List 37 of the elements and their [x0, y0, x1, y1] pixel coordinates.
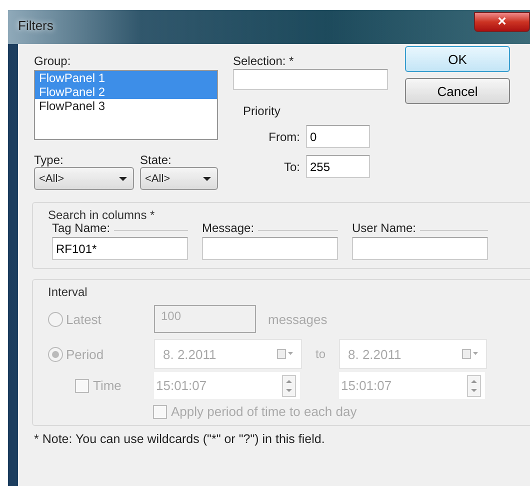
to-label: To:	[284, 160, 300, 174]
priority-label: Priority	[243, 104, 282, 118]
column-label: Tag Name:	[52, 221, 114, 235]
time-label: Time	[93, 378, 122, 393]
from-label: From:	[268, 130, 300, 144]
calendar-icon	[462, 349, 480, 359]
column-field[interactable]	[202, 237, 338, 260]
apply-label: Apply period of time to each day	[171, 404, 357, 419]
messages-label: messages	[268, 312, 328, 326]
state-dropdown[interactable]: <All>	[140, 167, 218, 190]
to-field[interactable]: 255	[306, 155, 370, 178]
group-label: Group:	[34, 54, 72, 68]
cancel-button[interactable]: Cancel	[405, 78, 510, 104]
group-list[interactable]: FlowPanel 1 FlowPanel 2 FlowPanel 3	[34, 70, 218, 140]
selection-label: Selection: *	[233, 54, 295, 68]
period-label: Period	[66, 346, 104, 362]
spinner-icon	[467, 374, 481, 396]
calendar-icon	[277, 349, 295, 359]
close-button[interactable]: ×	[474, 12, 530, 32]
spinner-icon	[282, 374, 296, 396]
column-field[interactable]	[352, 237, 488, 260]
state-label: State:	[140, 153, 172, 167]
type-label: Type:	[34, 153, 64, 167]
to-label: to	[314, 347, 326, 361]
column-label: User Name:	[352, 221, 420, 235]
list-item[interactable]: FlowPanel 3	[35, 99, 217, 113]
selection-field[interactable]	[233, 69, 388, 90]
from-field[interactable]: 0	[306, 125, 370, 148]
window-title: Filters	[18, 18, 54, 33]
search-title: Search in columns *	[48, 208, 156, 222]
column-label: Message:	[202, 221, 258, 235]
note-text: * Note: You can use wildcards ("*" or "?") in this field.	[34, 432, 326, 446]
type-dropdown[interactable]: <All>	[34, 167, 134, 190]
ok-button[interactable]: OK	[405, 46, 510, 72]
latest-label: Latest	[66, 312, 102, 326]
column-field[interactable]: RF101*	[52, 237, 188, 260]
interval-title: Interval	[48, 285, 88, 299]
